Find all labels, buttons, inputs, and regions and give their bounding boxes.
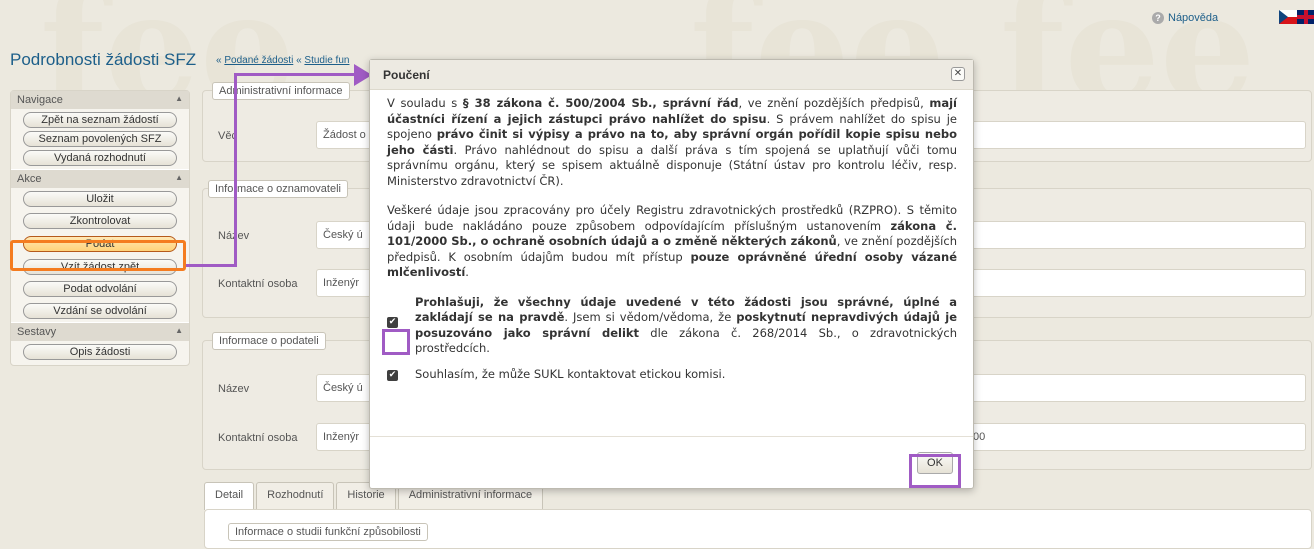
breadcrumb-link-studie[interactable]: Studie fun bbox=[304, 55, 349, 66]
language-switcher bbox=[1279, 10, 1314, 24]
consent-text: Souhlasím, že může SUKL kontaktovat etic… bbox=[415, 366, 726, 381]
tab-detail[interactable]: Detail bbox=[204, 482, 255, 510]
declaration-text: Prohlašuji, že všechny údaje uvedené v t… bbox=[415, 295, 957, 357]
dialog-header: Poučení ✕ bbox=[370, 60, 973, 90]
annotation-arrow-line bbox=[186, 264, 236, 267]
annotation-arrow-line bbox=[234, 73, 356, 76]
tab-decisions[interactable]: Rozhodnutí bbox=[256, 482, 335, 510]
p1-segment: . Právo nahlédnout do spisu a další práv… bbox=[387, 142, 957, 188]
withdraw-button[interactable]: Vzít žádost zpět bbox=[23, 259, 177, 275]
submit-button[interactable]: Podat bbox=[23, 236, 177, 252]
save-button[interactable]: Uložit bbox=[23, 191, 177, 207]
flag-en-icon[interactable] bbox=[1297, 10, 1314, 24]
print-request-button[interactable]: Opis žádosti bbox=[23, 344, 177, 360]
kontakt-label: Kontaktní osoba bbox=[218, 278, 298, 290]
notice-paragraph-1: V souladu s § 38 zákona č. 500/2004 Sb.,… bbox=[387, 96, 957, 189]
dialog-footer: OK bbox=[370, 436, 973, 488]
nazev2-label: Název bbox=[218, 383, 250, 395]
dialog-body: V souladu s § 38 zákona č. 500/2004 Sb.,… bbox=[387, 96, 957, 392]
notifier-legend: Informace o oznamovateli bbox=[208, 180, 348, 198]
consent-checkbox[interactable]: ✔ bbox=[387, 369, 398, 381]
kontakt2-label: Kontaktní osoba bbox=[218, 432, 298, 444]
p2-segment: Veškeré údaje jsou zpracovány pro účely … bbox=[387, 203, 957, 233]
check-button[interactable]: Zkontrolovat bbox=[23, 213, 177, 229]
notice-dialog: Poučení ✕ V souladu s § 38 zákona č. 500… bbox=[369, 59, 974, 489]
page-title: Podrobnosti žádosti SFZ bbox=[10, 50, 197, 69]
breadcrumb-link-podane[interactable]: Podané žádosti bbox=[224, 55, 293, 66]
help-icon: ? bbox=[1152, 12, 1164, 24]
collapse-icon: ▲ bbox=[175, 326, 183, 335]
p2-segment: . bbox=[465, 265, 469, 279]
consent-row: ✔ Souhlasím, že může SUKL kontaktovat et… bbox=[387, 367, 957, 383]
sidebar-section-title: Sestavy bbox=[17, 326, 57, 338]
declaration-row: ✔ Prohlašuji, že všechny údaje uvedené v… bbox=[387, 295, 957, 357]
p1-segment: § 38 zákona č. 500/2004 Sb., správní řád bbox=[462, 96, 739, 110]
p1-segment: , ve znění pozdějších předpisů, bbox=[738, 96, 930, 110]
kontakt2-value: Inženýr bbox=[323, 431, 360, 443]
p1-segment: V souladu s bbox=[387, 96, 463, 110]
back-to-list-button[interactable]: Zpět na seznam žádostí bbox=[23, 112, 177, 128]
sidebar-section-akce[interactable]: Akce ▲ bbox=[11, 169, 189, 188]
approved-sfz-button[interactable]: Seznam povolených SFZ bbox=[23, 131, 177, 147]
ok-highlight bbox=[909, 454, 961, 488]
declaration-checkbox[interactable]: ✔ bbox=[387, 316, 398, 328]
close-icon[interactable]: ✕ bbox=[951, 67, 965, 81]
help-label: Nápověda bbox=[1168, 12, 1219, 24]
annotation-arrow-line bbox=[234, 73, 237, 267]
check1-segment: . Jsem si vědom/vědoma, že bbox=[564, 310, 737, 324]
issued-decisions-button[interactable]: Vydaná rozhodnutí bbox=[23, 150, 177, 166]
sidebar-section-navigace[interactable]: Navigace ▲ bbox=[11, 91, 189, 109]
notice-paragraph-2: Veškeré údaje jsou zpracovány pro účely … bbox=[387, 203, 957, 281]
admin-info-legend: Administrativní informace bbox=[212, 82, 350, 100]
study-legend: Informace o studii funkční způsobilosti bbox=[228, 523, 428, 541]
kontakt2-tail: 00 bbox=[973, 431, 986, 443]
help-link[interactable]: ? Nápověda bbox=[1152, 12, 1218, 24]
waive-appeal-button[interactable]: Vzdání se odvolání bbox=[23, 303, 177, 319]
flag-cz-icon[interactable] bbox=[1279, 10, 1297, 24]
appeal-button[interactable]: Podat odvolání bbox=[23, 281, 177, 297]
sidebar-section-title: Akce bbox=[17, 173, 42, 185]
checkbox-highlight bbox=[382, 329, 410, 355]
breadcrumb: « Podané žádosti « Studie fun bbox=[216, 55, 349, 66]
collapse-icon: ▲ bbox=[175, 173, 183, 182]
sidebar: Navigace ▲ Zpět na seznam žádostí Seznam … bbox=[10, 90, 190, 366]
dialog-title: Poučení bbox=[383, 68, 430, 82]
breadcrumb-separator: « bbox=[293, 55, 305, 66]
submitter-legend: Informace o podateli bbox=[212, 332, 326, 350]
sidebar-section-title: Navigace bbox=[17, 94, 63, 106]
collapse-icon: ▲ bbox=[175, 94, 183, 103]
sidebar-section-sestavy[interactable]: Sestavy ▲ bbox=[11, 322, 189, 341]
